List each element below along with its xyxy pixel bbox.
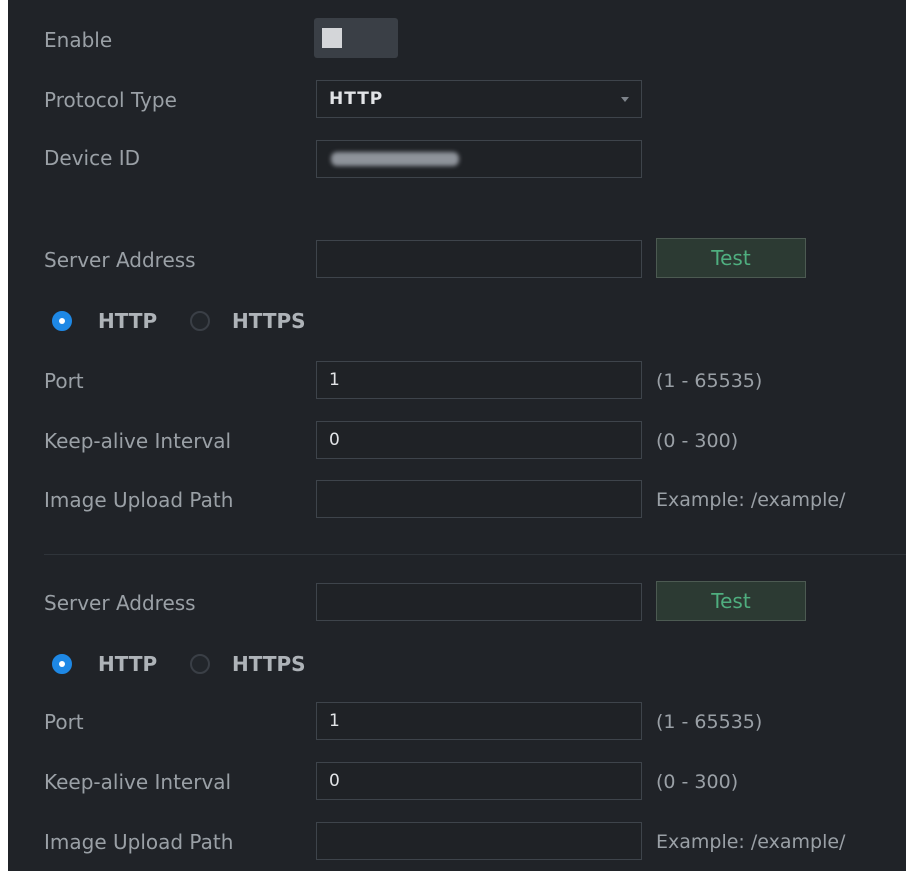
port-value: 1: [329, 711, 340, 731]
upload-path-label: Image Upload Path: [44, 488, 234, 512]
port-value: 1: [329, 370, 340, 390]
protocol-type-label: Protocol Type: [44, 88, 177, 112]
upload-path-label: Image Upload Path: [44, 830, 234, 854]
keepalive-label: Keep-alive Interval: [44, 770, 232, 794]
server-address-label: Server Address: [44, 591, 196, 615]
settings-panel: Enable Protocol Type HTTP Device ID Serv…: [8, 0, 906, 871]
radio-http[interactable]: [52, 311, 72, 331]
keepalive-range-hint: (0 - 300): [656, 771, 739, 793]
port-label: Port: [44, 369, 84, 393]
protocol-type-value: HTTP: [329, 89, 384, 109]
radio-https[interactable]: [190, 654, 210, 674]
device-id-label: Device ID: [44, 146, 141, 170]
toggle-knob: [322, 28, 342, 48]
radio-https-label: HTTPS: [232, 309, 306, 333]
test-button[interactable]: Test: [656, 581, 806, 621]
test-button[interactable]: Test: [656, 238, 806, 278]
port-input[interactable]: 1: [316, 361, 642, 399]
upload-path-input[interactable]: [316, 822, 642, 860]
keepalive-input[interactable]: 0: [316, 762, 642, 800]
radio-https[interactable]: [190, 311, 210, 331]
enable-label: Enable: [44, 28, 113, 52]
keepalive-value: 0: [329, 771, 340, 791]
redacted-value: [331, 152, 459, 166]
server-address-label: Server Address: [44, 248, 196, 272]
port-input[interactable]: 1: [316, 702, 642, 740]
radio-https-label: HTTPS: [232, 652, 306, 676]
upload-path-example: Example: /example/: [656, 831, 846, 853]
server-address-input[interactable]: [316, 240, 642, 278]
port-label: Port: [44, 710, 84, 734]
server-address-input[interactable]: [316, 583, 642, 621]
keepalive-label: Keep-alive Interval: [44, 429, 232, 453]
upload-path-example: Example: /example/: [656, 489, 846, 511]
section-divider: [44, 554, 906, 555]
upload-path-input[interactable]: [316, 480, 642, 518]
device-id-field[interactable]: [316, 140, 642, 178]
chevron-down-icon: [621, 97, 629, 102]
radio-http-label: HTTP: [98, 652, 158, 676]
radio-http-label: HTTP: [98, 309, 158, 333]
port-range-hint: (1 - 65535): [656, 711, 763, 733]
radio-http[interactable]: [52, 654, 72, 674]
enable-toggle[interactable]: [314, 18, 398, 58]
protocol-type-select[interactable]: HTTP: [316, 80, 642, 118]
keepalive-value: 0: [329, 430, 340, 450]
keepalive-input[interactable]: 0: [316, 421, 642, 459]
keepalive-range-hint: (0 - 300): [656, 430, 739, 452]
port-range-hint: (1 - 65535): [656, 370, 763, 392]
